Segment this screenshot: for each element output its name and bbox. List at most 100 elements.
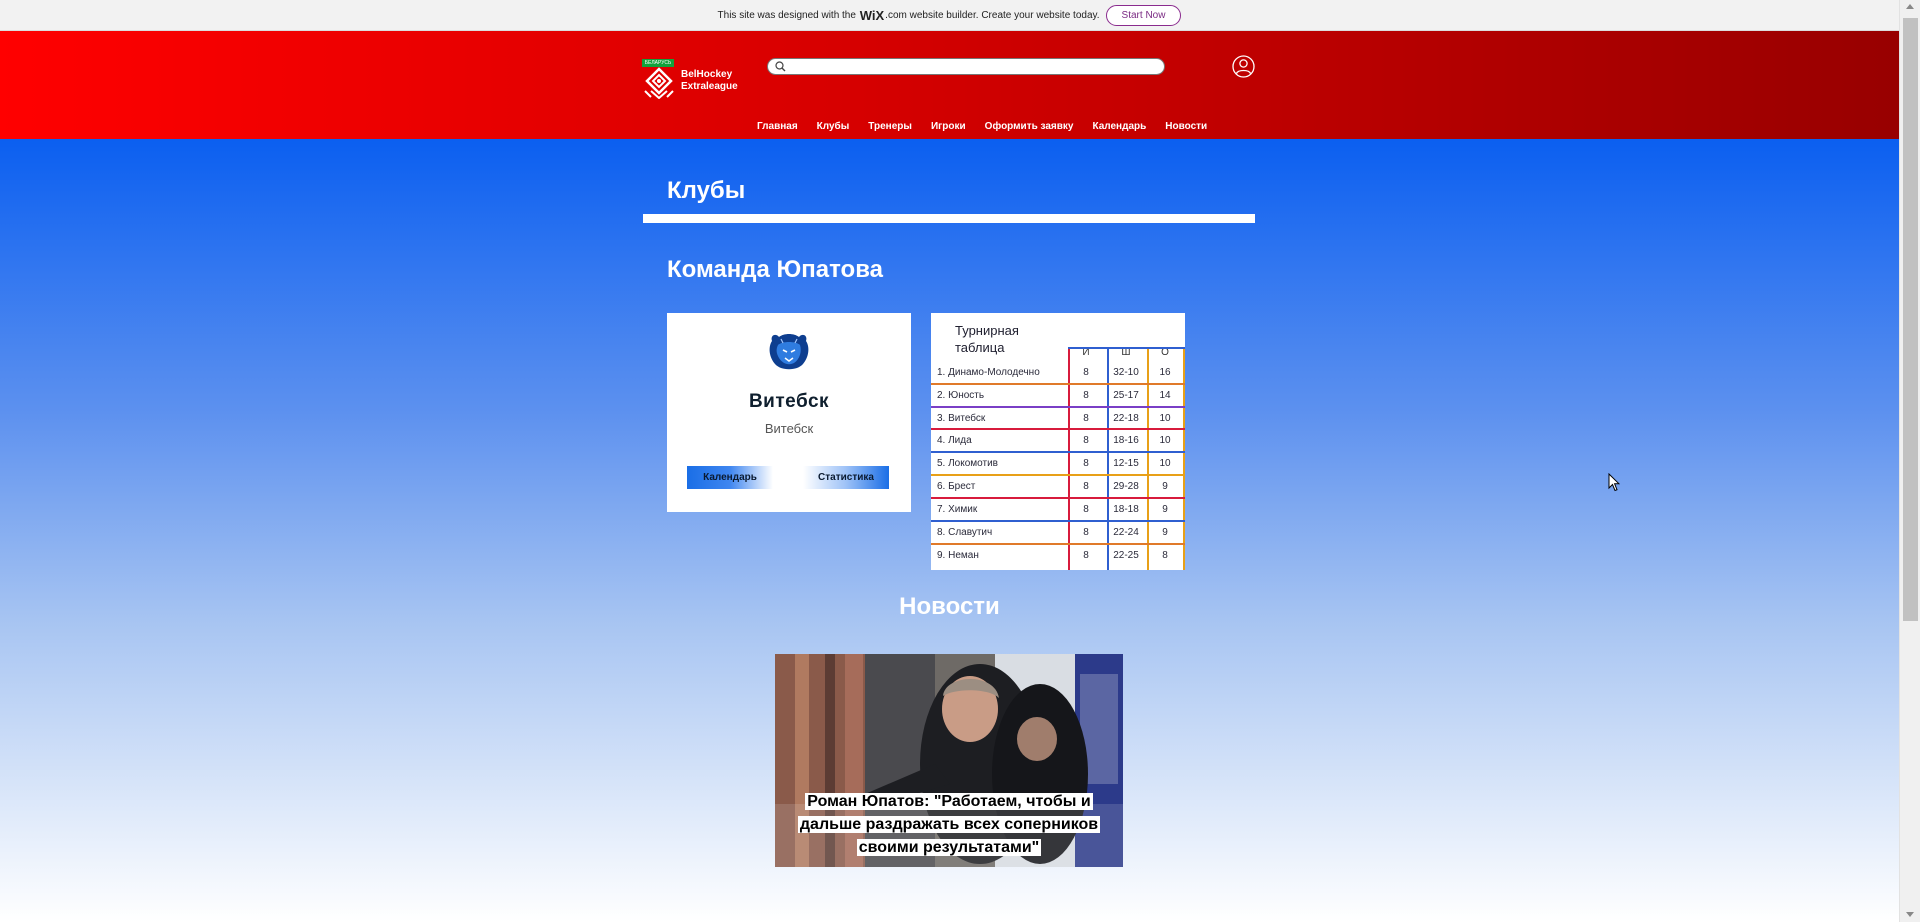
- wix-logo[interactable]: WiX: [860, 8, 884, 23]
- search-bar[interactable]: [767, 58, 1165, 75]
- row-divider: [931, 543, 1185, 545]
- games-played: 8: [1083, 550, 1089, 561]
- table-row: 4. Лида 8 18-16 10: [931, 430, 1185, 453]
- search-input[interactable]: [790, 60, 1150, 73]
- row-divider: [931, 520, 1185, 522]
- points: 14: [1159, 390, 1171, 401]
- logo-emblem: БЕЛАРУСЬ: [642, 59, 676, 101]
- team-name: 5. Локомотив: [937, 458, 998, 469]
- site-logo[interactable]: БЕЛАРУСЬ BelHockey Extraleague: [642, 59, 752, 104]
- ornament-icon: [644, 67, 674, 99]
- table-row: 8. Славутич 8 22-24 9: [931, 522, 1185, 545]
- club-name: Витебск: [748, 391, 830, 412]
- nav-item-home[interactable]: Главная: [757, 121, 798, 132]
- logo-text-line1: BelHockey: [681, 69, 733, 80]
- points: 10: [1159, 458, 1171, 469]
- games-played: 8: [1083, 413, 1089, 424]
- nav-item-players[interactable]: Игроки: [931, 121, 966, 132]
- table-row: 7. Химик 8 18-18 9: [931, 499, 1185, 522]
- user-account-icon[interactable]: [1232, 55, 1255, 78]
- goal-score: 25-17: [1113, 390, 1139, 401]
- games-played: 8: [1083, 527, 1089, 538]
- points: 10: [1159, 435, 1171, 446]
- search-icon[interactable]: [775, 61, 786, 72]
- scroll-thumb[interactable]: [1903, 18, 1918, 621]
- goal-score: 18-16: [1113, 435, 1139, 446]
- grid-line: [1068, 347, 1185, 349]
- standings-title-line1: Турнирная: [955, 323, 1019, 338]
- row-divider: [931, 497, 1185, 499]
- standings-title: Турнирная таблица: [955, 322, 1019, 356]
- standings-title-line2: таблица: [955, 340, 1005, 355]
- goal-score: 22-24: [1113, 527, 1139, 538]
- games-played: 8: [1083, 481, 1089, 492]
- games-played: 8: [1083, 390, 1089, 401]
- points: 9: [1162, 481, 1168, 492]
- row-divider: [931, 451, 1185, 453]
- club-card: Витебск Витебск Календарь Статистика: [667, 313, 911, 512]
- statistics-button[interactable]: Статистика: [803, 466, 889, 489]
- scroll-up-arrow-icon[interactable]: [1906, 4, 1914, 9]
- nav-item-apply[interactable]: Оформить заявку: [985, 121, 1074, 132]
- page-scrollbar[interactable]: [1899, 0, 1920, 922]
- mouse-cursor-icon: [1608, 473, 1620, 492]
- goal-score: 18-18: [1113, 504, 1139, 515]
- row-divider: [931, 406, 1185, 408]
- games-played: 8: [1083, 458, 1089, 469]
- points: 9: [1162, 504, 1168, 515]
- club-city: Витебск: [764, 421, 814, 436]
- news-heading: Новости: [899, 593, 1000, 620]
- team-name: 3. Витебск: [937, 413, 986, 424]
- team-name: 4. Лида: [937, 435, 972, 446]
- team-name: 8. Славутич: [937, 527, 993, 538]
- table-row: 6. Брест 8 29-28 9: [931, 476, 1185, 499]
- title-divider: [643, 214, 1255, 223]
- goal-score: 22-25: [1113, 550, 1139, 561]
- row-divider: [931, 383, 1185, 385]
- nav-item-calendar[interactable]: Календарь: [1092, 121, 1146, 132]
- main-nav: Главная Клубы Тренеры Игроки Оформить за…: [757, 121, 1226, 132]
- team-name: 6. Брест: [937, 481, 976, 492]
- games-played: 8: [1083, 504, 1089, 515]
- wix-banner-text: This site was designed with the: [717, 9, 856, 21]
- start-now-button[interactable]: Start Now: [1105, 4, 1182, 26]
- table-row: 2. Юность 8 25-17 14: [931, 385, 1185, 408]
- calendar-button[interactable]: Календарь: [687, 466, 773, 489]
- club-bear-logo-icon: [769, 334, 809, 370]
- news-card[interactable]: Роман Юпатов: "Работаем, чтобы и дальше …: [775, 654, 1123, 867]
- logo-text: BelHockey Extraleague: [681, 69, 738, 93]
- site-header: БЕЛАРУСЬ BelHockey Extraleague Главная К…: [0, 31, 1899, 139]
- wix-banner-text-2: .com website builder. Create your websit…: [885, 9, 1100, 21]
- nav-item-news[interactable]: Новости: [1165, 121, 1207, 132]
- goal-score: 12-15: [1113, 458, 1139, 469]
- points: 10: [1159, 413, 1171, 424]
- games-played: 8: [1083, 367, 1089, 378]
- row-divider: [931, 474, 1185, 476]
- news-article-title-text[interactable]: Роман Юпатов: "Работаем, чтобы и дальше …: [797, 793, 1101, 856]
- nav-item-coaches[interactable]: Тренеры: [868, 121, 912, 132]
- page-title: Клубы: [667, 177, 746, 204]
- main-content: Клубы Команда Юпатова Витебск Витебск Ка…: [0, 139, 1899, 922]
- goal-score: 32-10: [1113, 367, 1139, 378]
- points: 16: [1159, 367, 1171, 378]
- logo-flag-label: БЕЛАРУСЬ: [642, 59, 674, 67]
- table-row: 1. Динамо-Молодечно 8 32-10 16: [931, 362, 1185, 385]
- team-name: 2. Юность: [937, 390, 985, 401]
- wix-banner: This site was designed with the WiX .com…: [0, 0, 1899, 31]
- scroll-down-arrow-icon[interactable]: [1906, 912, 1914, 917]
- news-article-title[interactable]: Роман Юпатов: "Работаем, чтобы и дальше …: [775, 790, 1123, 859]
- table-row: 5. Локомотив 8 12-15 10: [931, 453, 1185, 476]
- nav-item-clubs[interactable]: Клубы: [817, 121, 850, 132]
- team-name: 9. Неман: [937, 550, 979, 561]
- team-name: 7. Химик: [937, 504, 978, 515]
- standings-table: Турнирная таблица И Ш О 1. Динамо-Молоде…: [931, 313, 1185, 570]
- goal-score: 29-28: [1113, 481, 1139, 492]
- team-name: 1. Динамо-Молодечно: [937, 367, 1040, 378]
- goal-score: 22-18: [1113, 413, 1139, 424]
- table-row: 9. Неман 8 22-25 8: [931, 545, 1185, 568]
- points: 9: [1162, 527, 1168, 538]
- team-heading: Команда Юпатова: [667, 256, 883, 283]
- games-played: 8: [1083, 435, 1089, 446]
- points: 8: [1162, 550, 1168, 561]
- row-divider: [931, 428, 1185, 430]
